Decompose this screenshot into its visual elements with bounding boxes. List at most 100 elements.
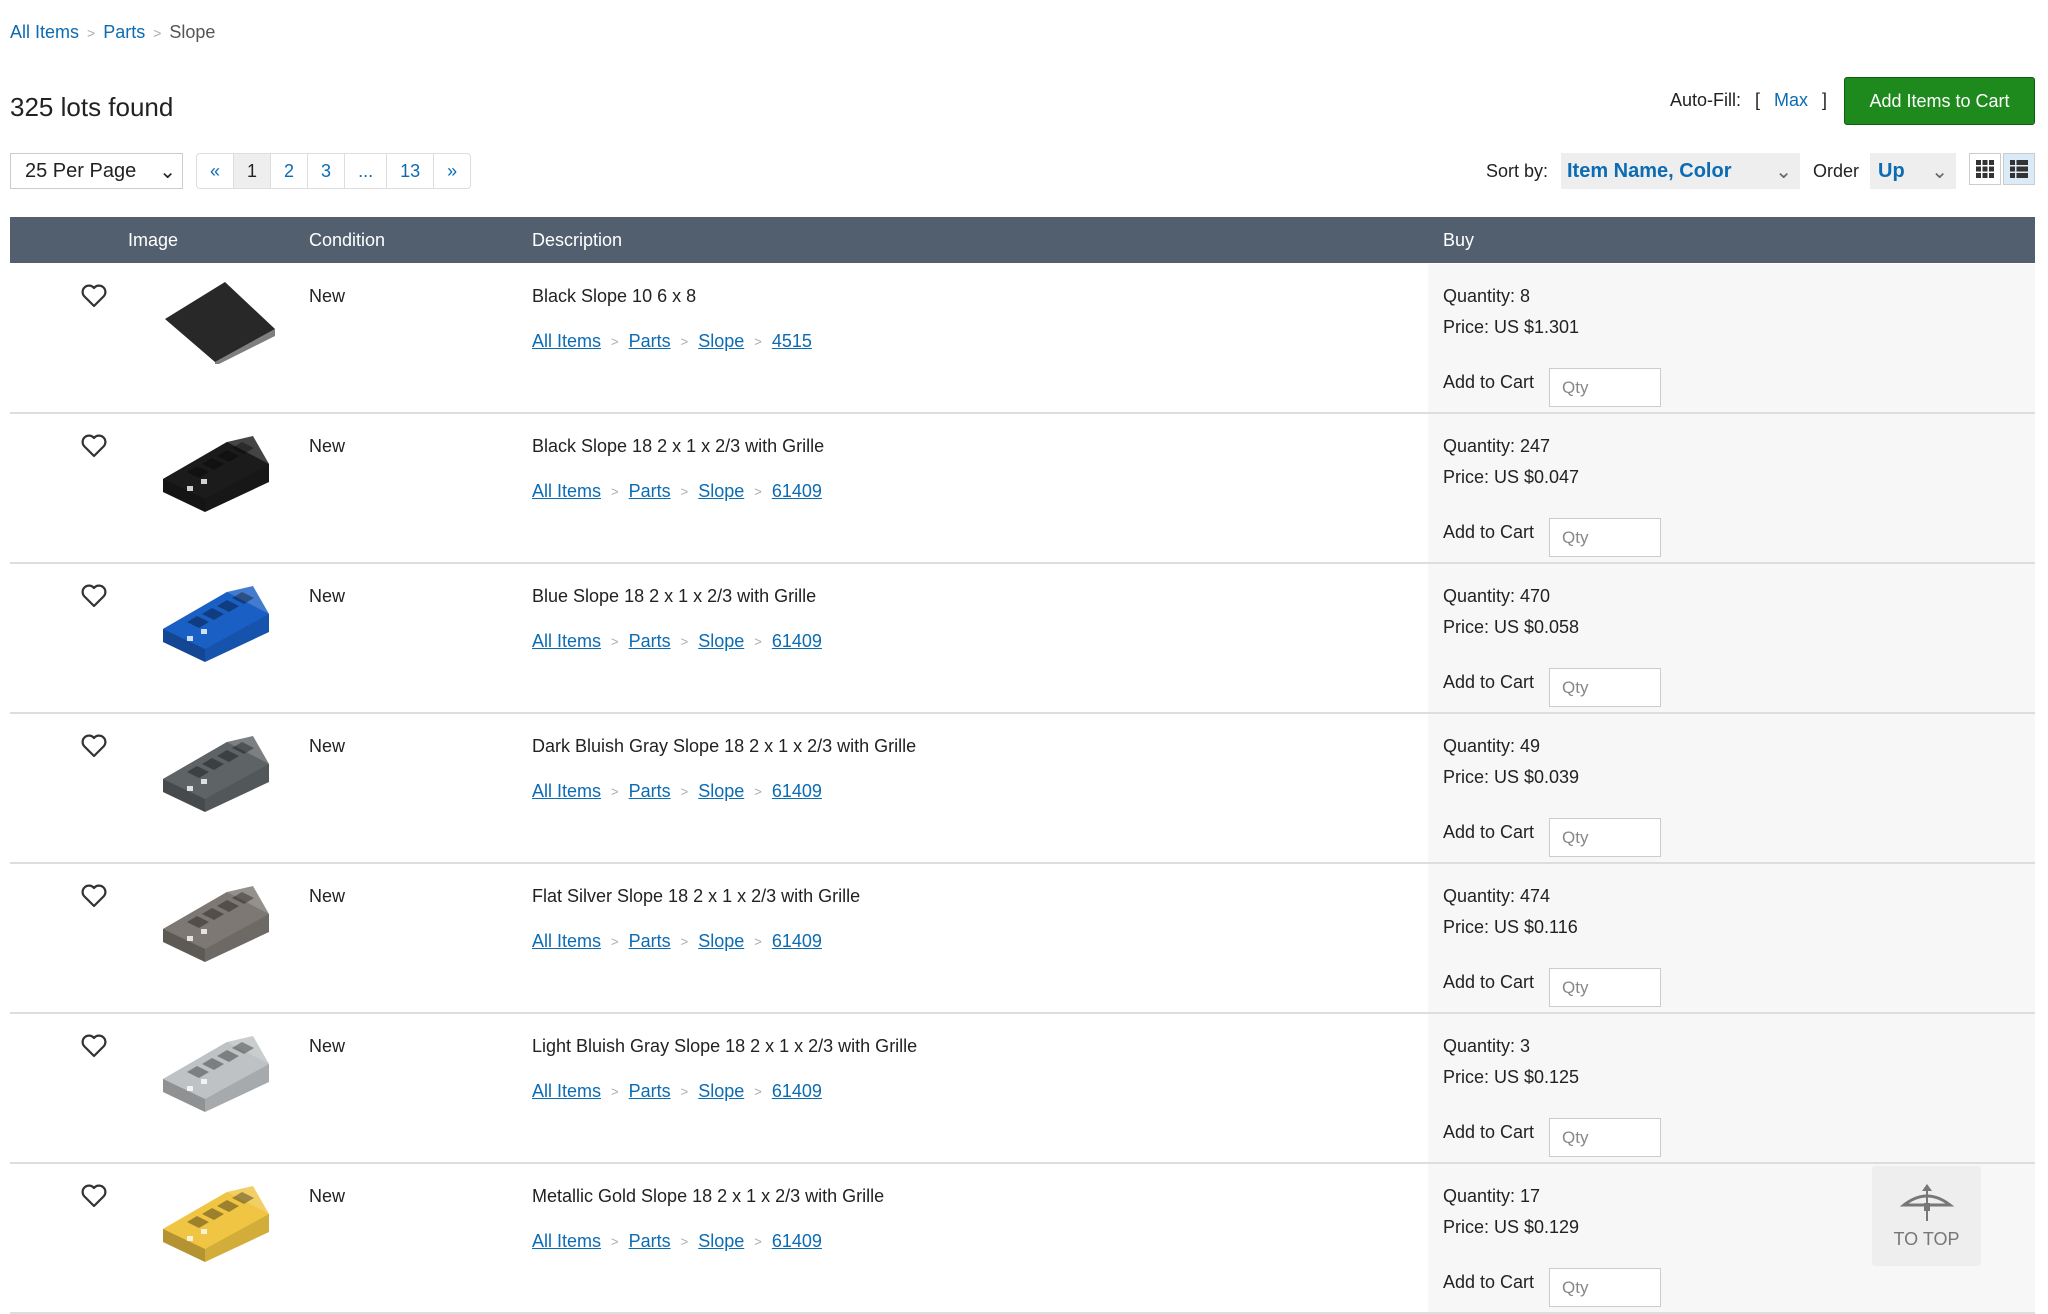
chevron-right-icon: > [87,24,96,41]
item-quantity: Quantity: 49 [1443,736,1541,756]
link-parts[interactable]: Parts [629,1231,671,1252]
page-next[interactable]: » [434,154,470,188]
qty-field[interactable]: Qty [1549,518,1661,557]
heart-icon[interactable] [81,434,107,458]
per-page-select[interactable]: 25 Per Page ⌄ [10,153,183,189]
link-parts[interactable]: Parts [629,331,671,352]
breadcrumb: All Items > Parts > Slope [10,22,215,43]
link-slope[interactable]: Slope [698,1231,744,1252]
link-all-items[interactable]: All Items [532,931,601,952]
link-all-items[interactable]: All Items [532,781,601,802]
qty-field[interactable]: Qty [1549,1268,1661,1307]
page-ellipsis[interactable]: ... [345,154,388,188]
qty-input[interactable] [1550,669,1660,706]
qty-field[interactable]: Qty [1549,368,1661,407]
item-image[interactable] [157,1174,281,1269]
chevron-right-icon: > [754,634,762,649]
item-name[interactable]: Flat Silver Slope 18 2 x 1 x 2/3 with Gr… [532,886,860,907]
item-name[interactable]: Dark Bluish Gray Slope 18 2 x 1 x 2/3 wi… [532,736,916,757]
qty-field[interactable]: Qty [1549,668,1661,707]
qty-field[interactable]: Qty [1549,968,1661,1007]
item-image[interactable] [157,574,281,669]
chevron-right-icon: > [754,484,762,499]
link-all-items[interactable]: All Items [532,1081,601,1102]
link-parts[interactable]: Parts [629,631,671,652]
auto-fill-max-link[interactable]: Max [1774,90,1808,111]
heart-icon[interactable] [81,584,107,608]
chevron-right-icon: > [611,1084,619,1099]
link-part-number[interactable]: 61409 [772,781,822,802]
qty-input[interactable] [1550,1119,1660,1156]
item-category-links: All Items > Parts > Slope > 61409 [532,1231,822,1252]
item-name[interactable]: Black Slope 10 6 x 8 [532,286,696,307]
link-slope[interactable]: Slope [698,631,744,652]
heart-icon[interactable] [81,284,107,308]
link-slope[interactable]: Slope [698,331,744,352]
page-13[interactable]: 13 [387,154,435,188]
bracket: [ [1755,90,1761,110]
link-part-number[interactable]: 4515 [772,331,812,352]
breadcrumb-parts[interactable]: Parts [103,22,145,43]
heart-icon[interactable] [81,884,107,908]
link-parts[interactable]: Parts [629,931,671,952]
item-image[interactable] [157,424,281,519]
breadcrumb-all-items[interactable]: All Items [10,22,79,43]
link-part-number[interactable]: 61409 [772,931,822,952]
link-part-number[interactable]: 61409 [772,1081,822,1102]
link-slope[interactable]: Slope [698,931,744,952]
qty-input[interactable] [1550,819,1660,856]
qty-input[interactable] [1550,369,1660,406]
qty-input[interactable] [1550,969,1660,1006]
item-name[interactable]: Black Slope 18 2 x 1 x 2/3 with Grille [532,436,824,457]
item-quantity: Quantity: 17 [1443,1186,1541,1206]
qty-field[interactable]: Qty [1549,818,1661,857]
chevron-right-icon: > [680,484,689,499]
item-name[interactable]: Metallic Gold Slope 18 2 x 1 x 2/3 with … [532,1186,884,1207]
heart-icon[interactable] [81,734,107,758]
chevron-right-icon: > [754,1084,762,1099]
page-3[interactable]: 3 [308,154,346,188]
grid-view-icon[interactable] [1969,153,2001,185]
qty-input[interactable] [1550,519,1660,556]
link-all-items[interactable]: All Items [532,331,601,352]
heart-icon[interactable] [81,1034,107,1058]
sort-select[interactable]: Item Name, Color ⌄ [1561,153,1800,189]
heart-icon[interactable] [81,1184,107,1208]
chevron-right-icon: > [754,1234,762,1249]
item-condition: New [309,886,346,906]
link-part-number[interactable]: 61409 [772,1231,822,1252]
item-price: Price: US $0.039 [1443,767,1580,787]
item-image[interactable] [157,274,281,369]
link-all-items[interactable]: All Items [532,1231,601,1252]
order-select[interactable]: Up ⌄ [1870,153,1956,189]
qty-field[interactable]: Qty [1549,1118,1661,1157]
item-image[interactable] [157,874,281,969]
page-prev[interactable]: « [197,154,235,188]
link-part-number[interactable]: 61409 [772,631,822,652]
link-parts[interactable]: Parts [629,481,671,502]
add-to-cart-label: Add to Cart [1443,672,1535,692]
link-all-items[interactable]: All Items [532,631,601,652]
item-name[interactable]: Blue Slope 18 2 x 1 x 2/3 with Grille [532,586,816,607]
page-2[interactable]: 2 [271,154,309,188]
link-parts[interactable]: Parts [629,781,671,802]
item-image[interactable] [157,724,281,819]
list-view-icon[interactable] [2003,153,2035,185]
link-slope[interactable]: Slope [698,781,744,802]
link-all-items[interactable]: All Items [532,481,601,502]
item-quantity: Quantity: 470 [1443,586,1551,606]
link-parts[interactable]: Parts [629,1081,671,1102]
add-items-to-cart-button[interactable]: Add Items to Cart [1844,77,2035,125]
column-image: Image [128,230,179,250]
link-slope[interactable]: Slope [698,1081,744,1102]
breadcrumb-current: Slope [169,22,216,42]
item-image[interactable] [157,1024,281,1119]
qty-input[interactable] [1550,1269,1660,1306]
page-1[interactable]: 1 [234,154,272,188]
table-header: Image Condition Description Buy [10,217,2035,263]
auto-fill: Auto-Fill: [ Max ] [1670,90,1827,111]
link-slope[interactable]: Slope [698,481,744,502]
link-part-number[interactable]: 61409 [772,481,822,502]
item-name[interactable]: Light Bluish Gray Slope 18 2 x 1 x 2/3 w… [532,1036,917,1057]
to-top-button[interactable]: TO TOP [1872,1166,1981,1266]
